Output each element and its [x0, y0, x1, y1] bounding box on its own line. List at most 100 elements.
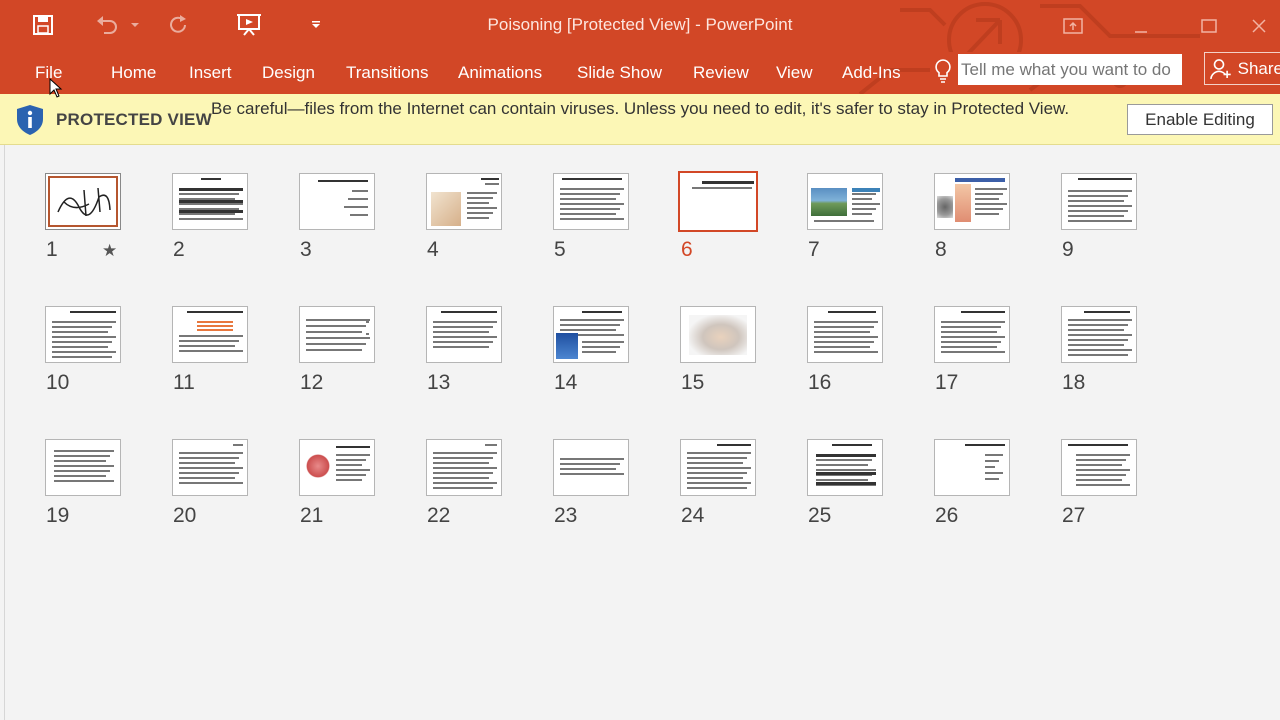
protected-view-message: Be careful—files from the Internet can c…	[211, 99, 1070, 118]
slide-thumbnail-11[interactable]	[172, 306, 248, 363]
thumbnail-text-line	[1068, 190, 1132, 192]
thumbnail-text-line	[687, 462, 743, 464]
calligraphy-image	[57, 187, 111, 217]
slide-thumbnail-15[interactable]	[680, 306, 756, 363]
minimize-button[interactable]	[1118, 8, 1164, 44]
enable-editing-button[interactable]: Enable Editing	[1127, 104, 1273, 135]
thumbnail-text-line	[336, 446, 370, 448]
slide-thumbnail-24[interactable]	[680, 439, 756, 496]
slide-thumbnail-22[interactable]	[426, 439, 502, 496]
thumbnail-text-line	[702, 181, 754, 184]
thumbnail-text-line	[560, 218, 624, 220]
slide-thumbnail-17[interactable]	[934, 306, 1010, 363]
thumbnail-text-line	[348, 198, 368, 200]
tab-insert[interactable]: Insert	[189, 58, 232, 88]
slide-thumbnail-25[interactable]	[807, 439, 883, 496]
thumbnail-text-line	[941, 331, 997, 333]
thumbnail-text-line	[816, 482, 876, 485]
slide-thumbnail-13[interactable]	[426, 306, 502, 363]
slide-thumbnail-3[interactable]	[299, 173, 375, 230]
thumbnail-text-line	[350, 214, 368, 216]
slide-thumbnail-5[interactable]	[553, 173, 629, 230]
slide-number: 12	[300, 371, 324, 394]
thumbnail-text-line	[306, 337, 370, 339]
thumbnail-text-line	[1076, 479, 1122, 481]
slide-thumbnail-6[interactable]	[678, 171, 758, 232]
thumbnail-text-line	[179, 467, 243, 469]
slide-thumbnail-7[interactable]	[807, 173, 883, 230]
slide-thumbnail-18[interactable]	[1061, 306, 1137, 363]
thumbnail-text-line	[1068, 344, 1124, 346]
thumbnail-text-line	[306, 343, 366, 345]
slide-thumbnail-12[interactable]	[299, 306, 375, 363]
thumbnail-text-line	[1076, 484, 1130, 486]
thumbnail-text-line	[52, 336, 116, 338]
ribbon-display-options-button[interactable]	[1050, 8, 1096, 44]
tab-add-ins[interactable]: Add-Ins	[842, 58, 901, 88]
slide-thumbnail-19[interactable]	[45, 439, 121, 496]
thumbnail-text-line	[1068, 444, 1128, 446]
close-button[interactable]	[1252, 8, 1280, 44]
thumbnail-text-line	[467, 202, 489, 204]
slide-thumbnail-9[interactable]	[1061, 173, 1137, 230]
slide-thumbnail-20[interactable]	[172, 439, 248, 496]
thumbnail-text-line	[467, 197, 493, 199]
slide-thumbnail-27[interactable]	[1061, 439, 1137, 496]
thumbnail-text-line	[179, 203, 243, 205]
close-icon	[1252, 19, 1266, 33]
thumbnail-text-line	[941, 336, 1005, 338]
thumbnail-text-line	[562, 178, 622, 180]
slide-thumbnail-1[interactable]	[45, 173, 121, 230]
slide-thumbnail-16[interactable]	[807, 306, 883, 363]
slide-number: 27	[1062, 504, 1086, 527]
thumbnail-text-line	[485, 183, 499, 185]
tab-animations[interactable]: Animations	[458, 58, 542, 88]
tab-transitions[interactable]: Transitions	[346, 58, 429, 88]
thumbnail-text-line	[179, 210, 243, 213]
thumbnail-text-line	[816, 472, 876, 475]
shield-info-icon	[17, 105, 43, 135]
airplane-image	[811, 188, 847, 216]
slide-thumbnail-26[interactable]	[934, 439, 1010, 496]
slide-number: 23	[554, 504, 578, 527]
slide-thumbnail-4[interactable]	[426, 173, 502, 230]
tab-home[interactable]: Home	[111, 58, 156, 88]
thumbnail-text-line	[687, 452, 751, 454]
tab-view[interactable]: View	[776, 58, 813, 88]
thumbnail-text-line	[560, 208, 620, 210]
slide-thumbnail-8[interactable]	[934, 173, 1010, 230]
share-button[interactable]: Share	[1204, 52, 1280, 85]
anatomy-image	[955, 184, 971, 222]
thumbnail-text-line	[179, 472, 239, 474]
slide-thumbnail-14[interactable]	[553, 306, 629, 363]
thumbnail-text-line	[832, 444, 872, 446]
thumbnail-text-line	[52, 351, 116, 353]
thumbnail-photo	[556, 333, 578, 359]
slide-thumbnail-10[interactable]	[45, 306, 121, 363]
maximize-button[interactable]	[1186, 8, 1232, 44]
thumbnail-text-line	[433, 341, 493, 343]
thumbnail-text-line	[485, 444, 497, 446]
tab-design[interactable]: Design	[262, 58, 315, 88]
tell-me-search-input[interactable]	[958, 54, 1182, 85]
slide-sorter: 1 ★ 2 3 4 5 6 7 8 9 10 11 12 13 14 15 16 17 18 19 20 21 22 23 24…	[4, 145, 1280, 720]
thumbnail-text-line	[433, 487, 493, 489]
slide-thumbnail-2[interactable]	[172, 173, 248, 230]
thumbnail-text-line	[179, 457, 239, 459]
slide-thumbnail-21[interactable]	[299, 439, 375, 496]
thumbnail-text-line	[687, 477, 743, 479]
thumbnail-text-line	[433, 346, 489, 348]
thumbnail-text-line	[52, 331, 108, 333]
thumbnail-text-line	[560, 473, 624, 475]
thumbnail-text-line	[985, 478, 999, 480]
slide-thumbnail-23[interactable]	[553, 439, 629, 496]
tab-slide-show[interactable]: Slide Show	[577, 58, 662, 88]
thumbnail-text-line	[179, 350, 243, 352]
slide-number: 21	[300, 504, 324, 527]
animation-star-icon[interactable]: ★	[102, 241, 117, 261]
thumbnail-text-line	[433, 326, 493, 328]
thumbnail-text-line	[814, 331, 870, 333]
thumbnail-text-line	[687, 487, 747, 489]
protected-view-label: PROTECTED VIEW	[56, 110, 212, 129]
tab-review[interactable]: Review	[693, 58, 749, 88]
